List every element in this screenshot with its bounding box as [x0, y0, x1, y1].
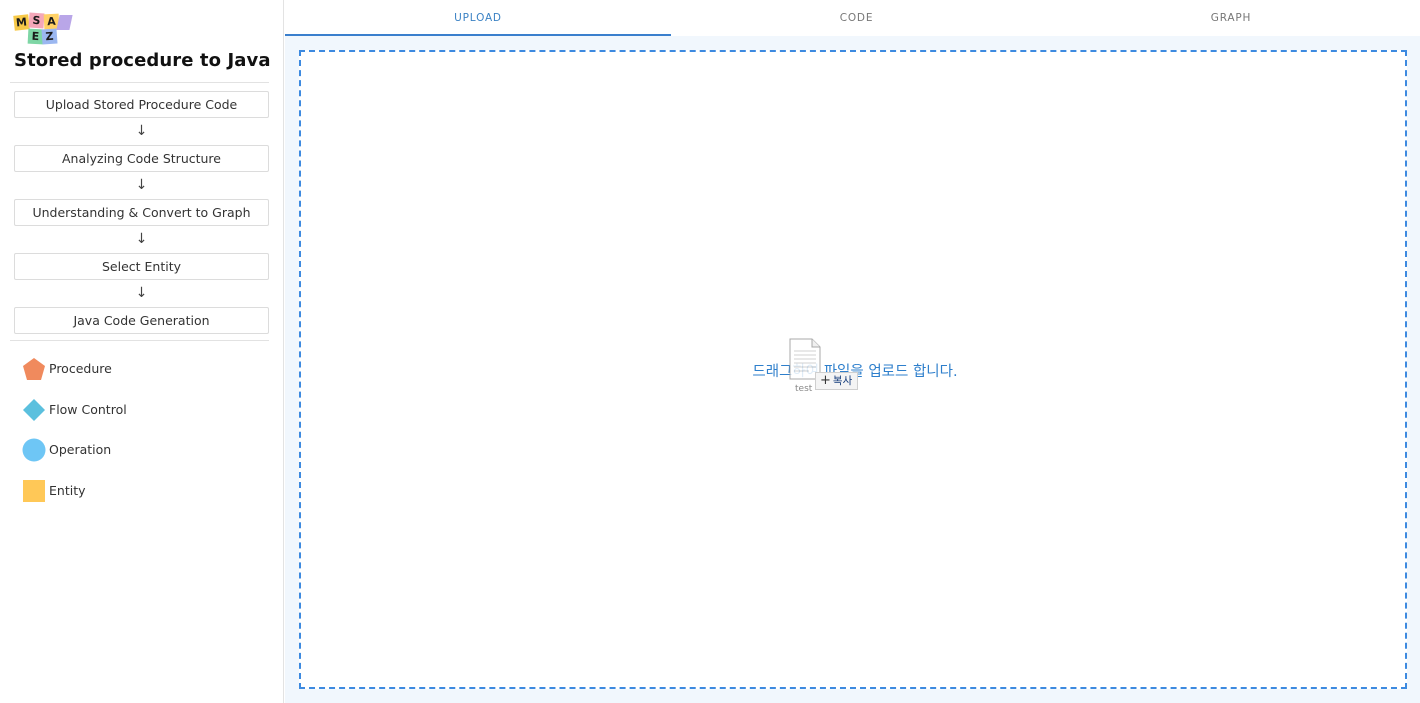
square-icon: [23, 479, 45, 502]
tab-bar: UPLOAD CODE GRAPH: [285, 0, 1420, 36]
logo-letter-m: M: [13, 14, 30, 31]
legend-item-procedure: Procedure: [22, 356, 262, 397]
step-select-entity[interactable]: Select Entity: [14, 253, 269, 280]
legend-label: Operation: [49, 442, 112, 457]
legend-label: Procedure: [49, 361, 112, 376]
tab-upload[interactable]: UPLOAD: [285, 0, 671, 36]
legend-item-operation: Operation: [22, 437, 262, 478]
dragged-file-name: test: [795, 384, 813, 394]
down-arrow-icon: ↓: [135, 123, 148, 139]
msaez-logo[interactable]: M S A E Z: [13, 12, 74, 45]
app-window: M S A E Z Stored procedure to Java Uploa…: [0, 0, 1420, 703]
process-steps: Upload Stored Procedure Code ↓ Analyzing…: [14, 91, 269, 334]
legend-label: Flow Control: [49, 401, 127, 417]
circle-icon: [22, 438, 46, 462]
file-drop-zone[interactable]: 드래그하여 파일을 업로드 합니다. test + 복사: [299, 50, 1407, 689]
down-arrow-icon: ↓: [135, 177, 148, 193]
legend-label: Entity: [49, 482, 86, 498]
step-upload-code[interactable]: Upload Stored Procedure Code: [14, 91, 269, 118]
tab-code[interactable]: CODE: [671, 0, 1042, 36]
logo-letter-s: S: [28, 12, 45, 29]
step-java-generation[interactable]: Java Code Generation: [14, 307, 269, 334]
logo-letter-z: Z: [41, 28, 58, 45]
main-panel: UPLOAD CODE GRAPH 드래그하여 파일을 업로드 합니다. tes…: [285, 0, 1420, 703]
steps-divider: [10, 340, 269, 341]
legend-item-entity: Entity: [22, 478, 262, 519]
logo-accent-tile: [56, 15, 73, 30]
sidebar: M S A E Z Stored procedure to Java Uploa…: [0, 0, 284, 703]
down-arrow-icon: ↓: [135, 231, 148, 247]
legend-item-flow-control: Flow Control: [22, 397, 262, 438]
title-divider: [10, 82, 269, 83]
step-convert-graph[interactable]: Understanding & Convert to Graph: [14, 199, 269, 226]
step-analyze-structure[interactable]: Analyzing Code Structure: [14, 145, 269, 172]
diamond-icon: [23, 398, 45, 421]
node-legend: Procedure Flow Control Operation Entity: [22, 356, 262, 518]
drop-zone-prompt: 드래그하여 파일을 업로드 합니다.: [752, 364, 958, 380]
down-arrow-icon: ↓: [135, 285, 148, 301]
app-title: Stored procedure to Java: [14, 50, 271, 71]
tab-graph[interactable]: GRAPH: [1042, 0, 1420, 36]
pentagon-icon: [23, 358, 45, 380]
